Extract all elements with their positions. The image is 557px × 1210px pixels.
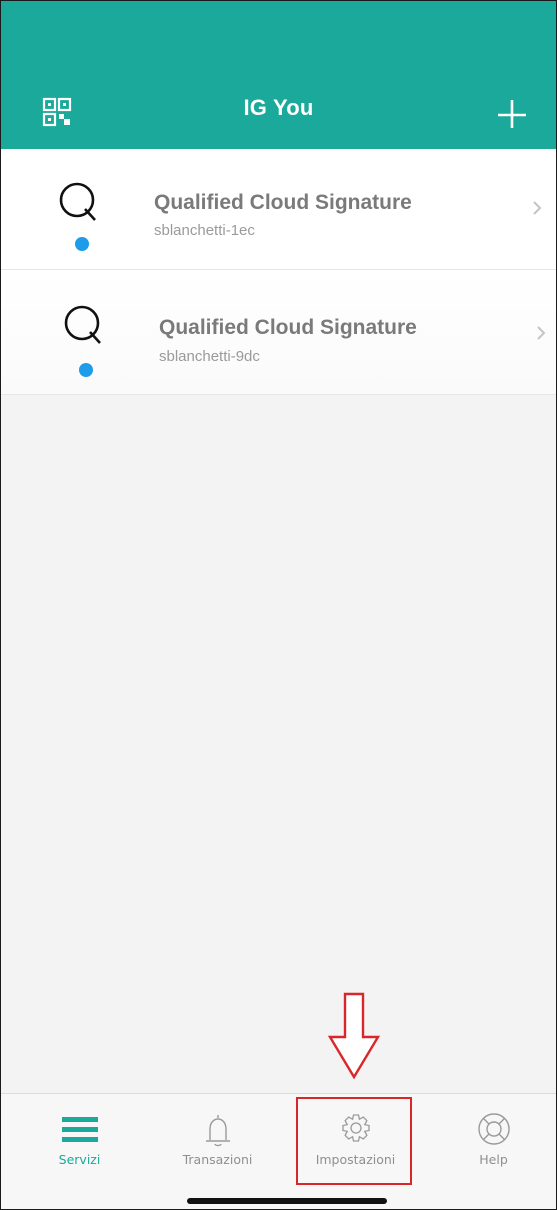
down-arrow-icon xyxy=(327,992,381,1080)
chevron-right-icon xyxy=(533,201,542,215)
bell-icon xyxy=(205,1115,230,1147)
home-indicator[interactable] xyxy=(187,1198,387,1204)
status-dot xyxy=(79,363,93,377)
tab-label: Transazioni xyxy=(182,1152,253,1167)
tab-help[interactable]: Help xyxy=(424,1094,556,1209)
service-account: sblanchetti-9dc xyxy=(159,348,260,365)
menu-icon xyxy=(61,1117,98,1142)
page-title: IG You xyxy=(243,95,314,120)
tab-servizi[interactable]: Servizi xyxy=(10,1094,149,1209)
app-header: IG You xyxy=(1,1,556,149)
service-item[interactable]: Qualified Cloud Signature sblanchetti-9d… xyxy=(1,270,556,395)
service-name: Qualified Cloud Signature xyxy=(154,191,412,214)
service-list: Qualified Cloud Signature sblanchetti-1e… xyxy=(1,149,556,395)
q-logo-icon xyxy=(64,305,101,344)
lifebuoy-icon xyxy=(477,1113,510,1145)
highlight-box xyxy=(296,1097,412,1185)
q-logo-icon xyxy=(59,182,96,221)
tab-label: Help xyxy=(479,1152,508,1167)
tab-label: Servizi xyxy=(58,1152,101,1167)
app-screen: IG You Qualified Cloud Signature sblanch… xyxy=(0,0,557,1210)
chevron-right-icon xyxy=(537,326,546,340)
service-name: Qualified Cloud Signature xyxy=(159,316,417,339)
tab-transazioni[interactable]: Transazioni xyxy=(148,1094,287,1209)
plus-icon[interactable] xyxy=(495,97,529,131)
service-item[interactable]: Qualified Cloud Signature sblanchetti-1e… xyxy=(1,149,556,270)
service-account: sblanchetti-1ec xyxy=(154,222,255,239)
status-dot xyxy=(75,237,89,251)
tab-bar: Servizi Transazioni Impostazioni Help xyxy=(1,1093,556,1209)
